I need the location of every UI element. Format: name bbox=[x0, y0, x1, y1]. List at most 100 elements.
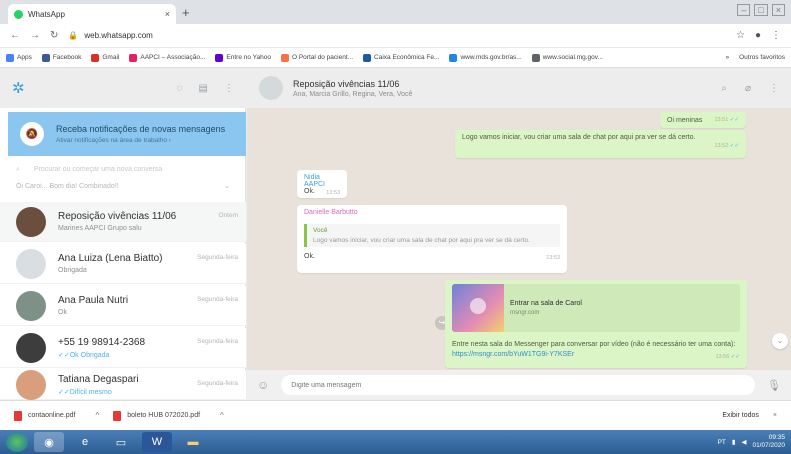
chevron-down-icon[interactable]: ⌄ bbox=[224, 182, 230, 190]
message-input[interactable] bbox=[281, 375, 756, 395]
emoji-icon[interactable]: ☺ bbox=[257, 378, 269, 392]
chat-item[interactable]: Tatiana Degaspari ✓✓Difícil mesmo Segund… bbox=[0, 369, 246, 400]
word-taskbar-icon[interactable]: W bbox=[142, 432, 172, 452]
chat-item[interactable]: Reposição vivências 11/06 Marines AAPCI … bbox=[0, 202, 246, 242]
message-outgoing[interactable]: Logo vamos iniciar, vou criar uma sala d… bbox=[455, 130, 746, 158]
conversation-header[interactable]: Reposição vivências 11/06 Ana, Marcia Gr… bbox=[247, 68, 791, 108]
microphone-icon[interactable]: 🎙 bbox=[767, 379, 781, 392]
bookmark-item[interactable]: Gmail bbox=[91, 53, 119, 62]
attach-icon[interactable]: ⌀ bbox=[745, 83, 751, 94]
status-icon[interactable]: ◌ bbox=[177, 83, 183, 94]
link-preview[interactable]: Entrar na sala de Carol msngr.com bbox=[452, 284, 740, 332]
new-chat-icon[interactable]: ▤ bbox=[199, 83, 208, 94]
message-link[interactable]: https://msngr.com/bYuW1TG9i-Y7KSEr bbox=[452, 351, 574, 358]
bookmark-favicon-icon bbox=[6, 53, 14, 62]
search-icon[interactable]: ⌕ bbox=[721, 83, 727, 94]
bookmark-item[interactable]: Apps bbox=[6, 53, 32, 62]
bookmark-item[interactable]: Facebook bbox=[41, 53, 82, 62]
bookmarks-overflow-button[interactable]: » bbox=[725, 54, 729, 61]
chevron-up-icon[interactable]: ^ bbox=[95, 411, 99, 420]
bookmark-label: Entre no Yahoo bbox=[226, 54, 271, 61]
scroll-down-button[interactable]: ⌄ bbox=[772, 333, 788, 349]
chat-time: Segunda-feira bbox=[197, 296, 238, 303]
menu-icon[interactable]: ⋮ bbox=[769, 83, 779, 94]
bookmark-item[interactable]: www.social.mg.gov... bbox=[531, 53, 603, 62]
scanner-taskbar-icon[interactable]: ▭ bbox=[106, 432, 136, 452]
bookmark-label: Caixa Econômica Fe... bbox=[374, 54, 440, 61]
search-input[interactable]: Procurar ou começar uma nova conversa bbox=[34, 166, 162, 174]
chat-item[interactable]: Ana Luiza (Lena Biatto) Obrigada Segunda… bbox=[0, 244, 246, 284]
bookmark-favicon-icon bbox=[41, 53, 50, 62]
chat-preview: Obrigada bbox=[58, 267, 87, 274]
message-incoming[interactable]: Danielle Barbutto Você Logo vamos inicia… bbox=[297, 205, 567, 273]
show-all-downloads-button[interactable]: Exibir todos bbox=[722, 412, 759, 419]
chat-preview: Ok bbox=[58, 309, 67, 316]
chat-time: Segunda-feira bbox=[197, 338, 238, 345]
close-downloads-icon[interactable]: × bbox=[773, 412, 777, 419]
close-window-icon[interactable]: × bbox=[771, 4, 785, 16]
pdf-icon bbox=[14, 410, 22, 421]
ie-taskbar-icon[interactable]: e bbox=[70, 432, 100, 452]
network-icon[interactable]: ▮ bbox=[732, 438, 736, 446]
bookmark-label: www.mds.gov.br/as... bbox=[460, 54, 522, 61]
chat-item[interactable]: Ana Paula Nutri Ok Segunda-feira bbox=[0, 286, 246, 326]
chat-item[interactable]: +55 19 98914-2368 ✓✓Ok Obrigada Segunda-… bbox=[0, 328, 246, 368]
message-text: Ok. bbox=[304, 253, 315, 260]
avatar bbox=[16, 332, 46, 363]
url-field[interactable]: 🔒 web.whatsapp.com bbox=[68, 31, 726, 40]
bookmark-favicon-icon bbox=[363, 53, 372, 62]
chevron-up-icon[interactable]: ^ bbox=[220, 411, 224, 420]
notification-enable-link[interactable]: Ativar notificações na área de trabalho … bbox=[56, 137, 225, 144]
bookmark-label: Apps bbox=[17, 54, 32, 61]
chrome-taskbar-icon[interactable]: ◉ bbox=[34, 432, 64, 452]
menu-dots-icon[interactable]: ⋮ bbox=[771, 30, 781, 41]
menu-icon[interactable]: ⋮ bbox=[224, 83, 234, 94]
bookmark-label: AAPCI – Associação... bbox=[140, 54, 206, 61]
system-tray: PT ▮ ◀ 09:35 01/07/2020 bbox=[718, 434, 785, 450]
download-item[interactable]: boleto HUB 072020.pdf ^ bbox=[113, 410, 224, 421]
bookmark-item[interactable]: www.mds.gov.br/as... bbox=[449, 53, 522, 62]
forward-icon[interactable]: → bbox=[30, 30, 40, 41]
new-tab-button[interactable]: + bbox=[182, 5, 190, 20]
folder-taskbar-icon[interactable]: ▬ bbox=[178, 432, 208, 452]
minimize-icon[interactable]: – bbox=[737, 4, 751, 16]
message-outgoing[interactable]: Oi meninas 13:51 ✓✓ bbox=[660, 112, 746, 128]
profile-icon[interactable]: ● bbox=[755, 30, 761, 41]
browser-tab[interactable]: WhatsApp × bbox=[8, 4, 176, 24]
clock-time: 09:35 bbox=[768, 434, 785, 441]
profile-avatar-icon[interactable]: ✲ bbox=[12, 79, 25, 97]
notification-banner[interactable]: 🔕 Receba notificações de novas mensagens… bbox=[8, 112, 246, 156]
clock[interactable]: 09:35 01/07/2020 bbox=[752, 434, 785, 450]
bookmark-favicon-icon bbox=[91, 53, 100, 62]
close-tab-icon[interactable]: × bbox=[165, 9, 170, 19]
avatar bbox=[16, 369, 46, 400]
bookmark-favicon-icon bbox=[129, 53, 138, 62]
maximize-icon[interactable]: □ bbox=[754, 4, 768, 16]
search-area: ⌕ Procurar ou começar uma nova conversa … bbox=[0, 160, 246, 202]
bookmark-item[interactable]: Caixa Econômica Fe... bbox=[363, 53, 440, 62]
bookmark-item[interactable]: AAPCI – Associação... bbox=[129, 53, 206, 62]
pinned-chat-preview[interactable]: Oi Caroi... Bom dia! Combinado!! ⌄ bbox=[16, 182, 230, 191]
bookmark-favicon-icon bbox=[280, 53, 289, 62]
bookmark-star-icon[interactable]: ☆ bbox=[736, 30, 745, 41]
lock-icon: 🔒 bbox=[68, 31, 79, 40]
back-icon[interactable]: ← bbox=[10, 30, 20, 41]
quote-text: Logo vamos iniciar, vou criar uma sala d… bbox=[313, 237, 530, 244]
start-button[interactable] bbox=[6, 432, 28, 452]
bookmark-item[interactable]: Entre no Yahoo bbox=[215, 53, 271, 62]
quoted-message[interactable]: Você Logo vamos iniciar, vou criar uma s… bbox=[304, 224, 560, 247]
bookmark-label: Facebook bbox=[52, 54, 82, 61]
chat-name: Ana Luiza (Lena Biatto) bbox=[58, 253, 163, 264]
bookmark-item[interactable]: O Portal do pacient... bbox=[280, 53, 353, 62]
reload-icon[interactable]: ↻ bbox=[50, 30, 58, 41]
chat-name: Reposição vivências 11/06 bbox=[58, 211, 177, 222]
quote-author: Você bbox=[313, 227, 328, 234]
message-outgoing[interactable]: Entrar na sala de Carol msngr.com Entre … bbox=[445, 280, 747, 368]
other-bookmarks-folder[interactable]: Outros favoritos bbox=[739, 54, 785, 61]
message-incoming[interactable]: Nidia AAPCI Ok. 13:53 bbox=[297, 170, 347, 198]
bookmark-favicon-icon bbox=[449, 53, 458, 62]
language-indicator[interactable]: PT bbox=[718, 439, 726, 446]
download-item[interactable]: contaonline.pdf ^ bbox=[14, 410, 99, 421]
conversation-title: Reposição vivências 11/06 bbox=[293, 78, 400, 89]
volume-icon[interactable]: ◀ bbox=[741, 438, 746, 446]
